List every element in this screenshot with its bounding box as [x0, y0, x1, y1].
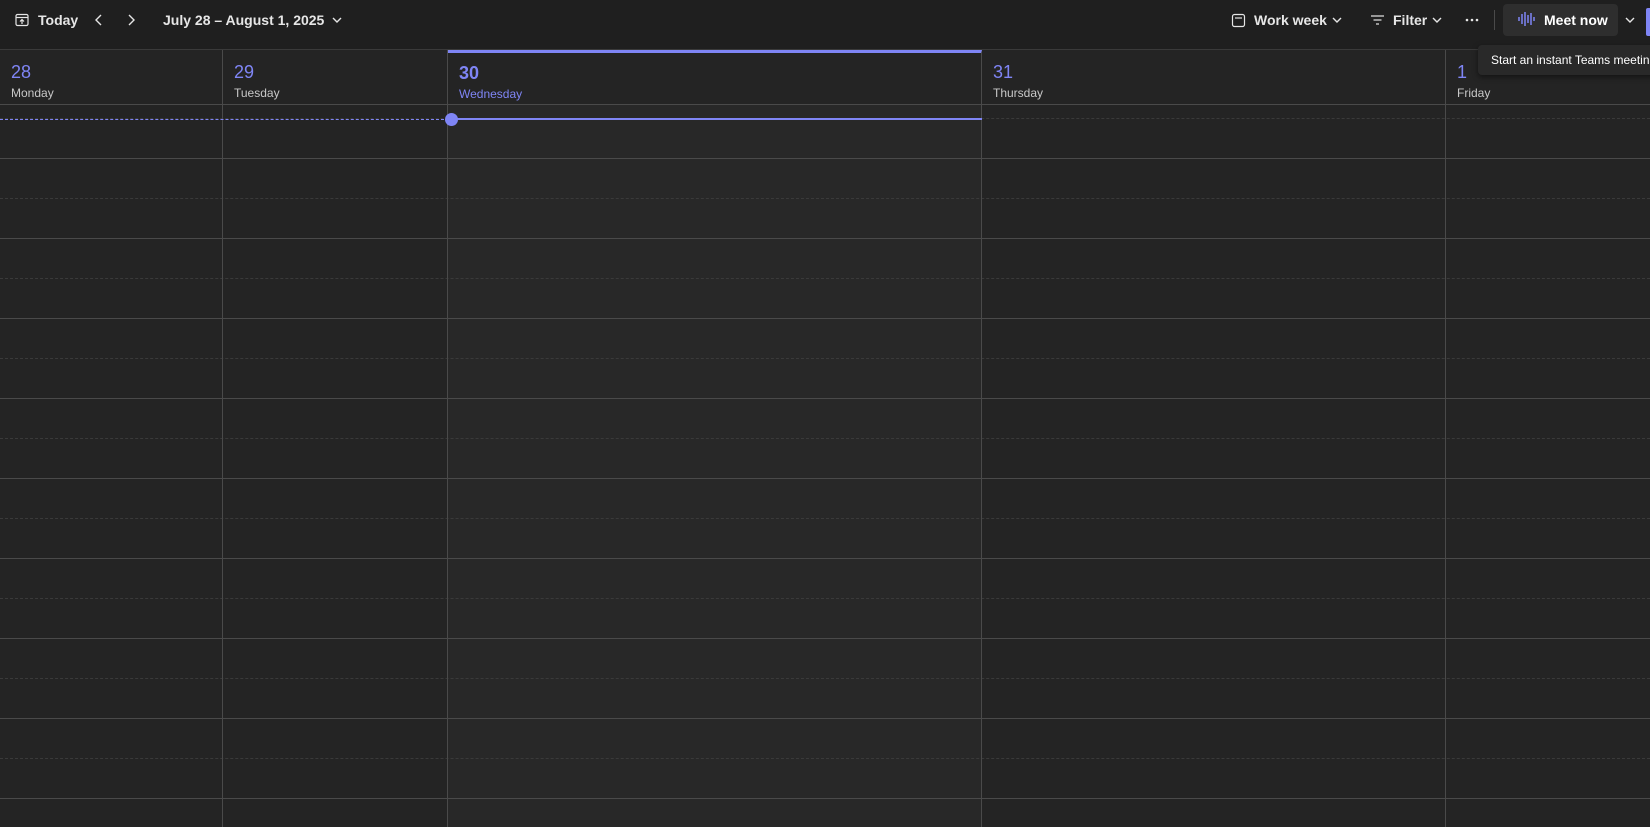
hour-line	[0, 318, 1650, 319]
half-hour-line	[0, 598, 1650, 599]
chevron-down-icon	[332, 16, 342, 24]
day-header-wednesday[interactable]: 30 Wednesday	[448, 50, 982, 105]
new-event-button-edge[interactable]	[1646, 8, 1650, 36]
day-number: 28	[11, 62, 32, 82]
half-hour-line	[0, 758, 1650, 759]
calendar-time-grid[interactable]	[0, 105, 1650, 827]
current-time-line	[449, 118, 982, 120]
view-switcher[interactable]: Work week	[1231, 8, 1342, 32]
day-column-divider	[981, 105, 982, 827]
hour-line	[0, 158, 1650, 159]
day-name: Thursday	[993, 86, 1044, 100]
current-time-indicator	[445, 113, 458, 126]
toolbar-divider	[1494, 10, 1495, 30]
day-name: Monday	[11, 86, 54, 100]
day-number: 1	[1457, 62, 1468, 82]
meet-now-dropdown[interactable]	[1622, 12, 1638, 28]
today-button[interactable]: Today	[14, 8, 78, 32]
more-options-button[interactable]	[1462, 8, 1482, 32]
calendar-view-icon	[1231, 13, 1246, 28]
day-column-divider	[222, 105, 223, 827]
meet-now-button[interactable]: Meet now	[1503, 4, 1618, 36]
day-column-divider	[1445, 105, 1446, 827]
hour-line	[0, 798, 1650, 799]
day-number: 31	[993, 62, 1014, 82]
day-name: Tuesday	[234, 86, 280, 100]
next-week-button[interactable]	[122, 8, 140, 32]
calendar-toolbar: Today July 28 – August 1, 2025 Work week…	[0, 0, 1650, 50]
current-time-line-past	[0, 119, 449, 120]
day-number: 29	[234, 62, 255, 82]
hour-line	[0, 398, 1650, 399]
day-header-thursday[interactable]: 31 Thursday	[982, 50, 1446, 105]
date-range-label: July 28 – August 1, 2025	[163, 12, 325, 28]
hour-line	[0, 478, 1650, 479]
half-hour-line	[0, 438, 1650, 439]
half-hour-line	[0, 678, 1650, 679]
date-range-picker[interactable]: July 28 – August 1, 2025	[163, 8, 342, 32]
hour-line	[0, 558, 1650, 559]
meet-now-label: Meet now	[1544, 12, 1608, 28]
chevron-right-icon	[125, 13, 137, 27]
day-column-divider	[447, 105, 448, 827]
chevron-left-icon	[93, 13, 105, 27]
filter-button[interactable]: Filter	[1370, 8, 1442, 32]
meet-now-tooltip: Start an instant Teams meeting	[1478, 45, 1650, 75]
hour-line	[0, 638, 1650, 639]
half-hour-line	[0, 198, 1650, 199]
day-name: Friday	[1457, 86, 1491, 100]
chevron-down-icon	[1332, 16, 1342, 24]
day-name: Wednesday	[459, 87, 523, 101]
hour-line	[0, 718, 1650, 719]
half-hour-line	[0, 278, 1650, 279]
hour-line	[0, 238, 1650, 239]
chevron-down-icon	[1432, 16, 1442, 24]
ellipsis-icon	[1465, 18, 1479, 22]
calendar-today-icon	[14, 12, 30, 28]
view-label: Work week	[1254, 12, 1327, 28]
filter-label: Filter	[1393, 12, 1428, 28]
day-header-monday[interactable]: 28 Monday	[0, 50, 223, 105]
day-number: 30	[459, 63, 480, 83]
previous-week-button[interactable]	[90, 8, 108, 32]
tooltip-text: Start an instant Teams meeting	[1491, 53, 1650, 67]
half-hour-line	[0, 518, 1650, 519]
today-label: Today	[38, 12, 79, 28]
chevron-down-icon	[1625, 11, 1635, 29]
filter-icon	[1370, 14, 1385, 26]
day-header-tuesday[interactable]: 29 Tuesday	[223, 50, 448, 105]
audio-wave-icon	[1517, 11, 1535, 30]
half-hour-line	[0, 358, 1650, 359]
